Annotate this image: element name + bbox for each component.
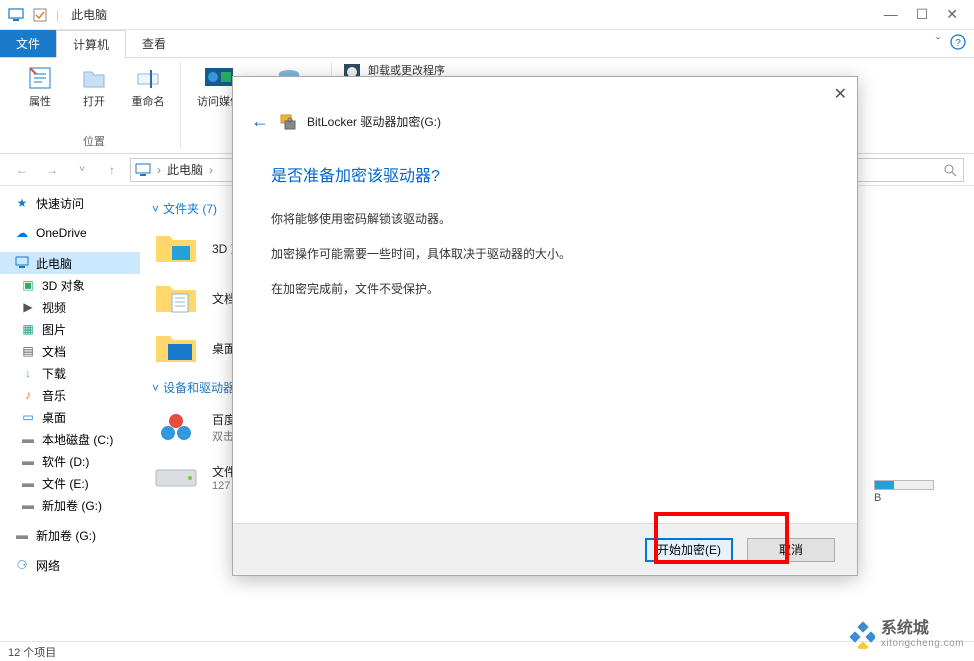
nav-pane: ★快速访问 ☁OneDrive 此电脑 ▣3D 对象 ▶视频 ▦图片 ▤文档 ↓…: [0, 186, 140, 641]
sidebar-item-network[interactable]: ⚆网络: [0, 554, 140, 576]
picture-icon: ▦: [20, 321, 36, 337]
folder-icon: [152, 278, 200, 318]
app-icon: [152, 407, 200, 447]
download-icon: ↓: [20, 365, 36, 381]
window-title: 此电脑: [71, 6, 107, 23]
sidebar-item-localc[interactable]: ▬本地磁盘 (C:): [0, 428, 140, 450]
nav-recent-icon[interactable]: ˅: [70, 158, 94, 182]
dialog-title: BitLocker 驱动器加密(G:): [307, 113, 441, 130]
window-titlebar: | 此电脑 — ☐ ✕: [0, 0, 974, 30]
quick-access-toolbar: |: [8, 7, 59, 23]
disk-size-label: B: [874, 492, 881, 504]
folder-icon: [152, 328, 200, 368]
sidebar-item-3dobjects[interactable]: ▣3D 对象: [0, 274, 140, 296]
drive-icon: ▬: [14, 527, 30, 543]
dialog-question: 是否准备加密该驱动器?: [271, 162, 819, 186]
sidebar-item-desktop[interactable]: ▭桌面: [0, 406, 140, 428]
qat-divider: |: [56, 8, 59, 22]
rename-button[interactable]: 重命名: [126, 62, 170, 109]
cloud-icon: ☁: [14, 225, 30, 241]
cube-icon: ▣: [20, 277, 36, 293]
close-button[interactable]: ✕: [946, 6, 958, 23]
tab-file[interactable]: 文件: [0, 30, 56, 57]
computer-icon: [8, 7, 24, 23]
video-icon: ▶: [20, 299, 36, 315]
dialog-body: 是否准备加密该驱动器? 你将能够使用密码解锁该驱动器。 加密操作可能需要一些时间…: [233, 142, 857, 335]
star-icon: ★: [14, 195, 30, 211]
sidebar-item-videos[interactable]: ▶视频: [0, 296, 140, 318]
computer-icon: [14, 255, 30, 271]
drive-icon: ▬: [20, 497, 36, 513]
breadcrumb-item[interactable]: 此电脑: [167, 161, 203, 178]
computer-icon: [135, 162, 151, 178]
nav-up-icon[interactable]: ↑: [100, 158, 124, 182]
cancel-button[interactable]: 取消: [747, 538, 835, 562]
sidebar-item-music[interactable]: ♪音乐: [0, 384, 140, 406]
tab-computer[interactable]: 计算机: [56, 30, 126, 58]
sidebar-item-thispc[interactable]: 此电脑: [0, 252, 140, 274]
svg-text:?: ?: [955, 38, 961, 49]
tab-view[interactable]: 查看: [126, 30, 182, 57]
maximize-button[interactable]: ☐: [916, 6, 929, 23]
start-encrypt-button[interactable]: 开始加密(E): [645, 538, 733, 562]
sidebar-item-documents[interactable]: ▤文档: [0, 340, 140, 362]
back-arrow-icon[interactable]: ←: [251, 111, 269, 132]
checkbox-icon[interactable]: [32, 7, 48, 23]
drive-icon: [152, 457, 200, 497]
close-icon[interactable]: ✕: [834, 84, 847, 104]
folder-icon: [152, 228, 200, 268]
minimize-button[interactable]: —: [884, 6, 898, 23]
watermark-title: 系统城: [881, 620, 964, 638]
desktop-icon: ▭: [20, 409, 36, 425]
sidebar-item-softd[interactable]: ▬软件 (D:): [0, 450, 140, 472]
chevron-down-icon: ˅: [152, 202, 159, 216]
status-bar: 12 个项目: [0, 641, 974, 661]
window-controls: — ☐ ✕: [884, 6, 966, 23]
drive-icon: ▬: [20, 453, 36, 469]
drive-icon: ▬: [20, 431, 36, 447]
watermark: 系统城 xitongcheng.com: [847, 620, 964, 649]
watermark-url: xitongcheng.com: [881, 638, 964, 649]
open-button[interactable]: 打开: [72, 62, 116, 109]
disk-usage-bar: [874, 480, 934, 490]
dialog-titlebar: ✕: [233, 77, 857, 111]
bitlocker-dialog: ✕ ← BitLocker 驱动器加密(G:) 是否准备加密该驱动器? 你将能够…: [232, 76, 858, 576]
drive-icon: ▬: [20, 475, 36, 491]
sidebar-item-quick[interactable]: ★快速访问: [0, 192, 140, 214]
sidebar-item-downloads[interactable]: ↓下载: [0, 362, 140, 384]
document-icon: ▤: [20, 343, 36, 359]
dialog-text: 你将能够使用密码解锁该驱动器。: [271, 210, 819, 227]
dialog-text: 在加密完成前，文件不受保护。: [271, 280, 819, 297]
network-icon: ⚆: [14, 557, 30, 573]
drive-info-col: B: [874, 186, 964, 504]
sidebar-item-pictures[interactable]: ▦图片: [0, 318, 140, 340]
nav-forward-icon[interactable]: →: [40, 158, 64, 182]
ribbon-group-location: 属性 打开 重命名 位置: [8, 62, 181, 149]
dialog-text: 加密操作可能需要一些时间，具体取决于驱动器的大小。: [271, 245, 819, 262]
ribbon-collapse-icon[interactable]: ˇ: [936, 35, 940, 49]
search-icon: [943, 163, 957, 177]
dialog-header: ← BitLocker 驱动器加密(G:): [233, 111, 857, 142]
nav-back-icon[interactable]: ←: [10, 158, 34, 182]
music-icon: ♪: [20, 387, 36, 403]
chevron-right-icon[interactable]: ›: [157, 163, 161, 177]
ribbon-tabs: 文件 计算机 查看 ˇ ?: [0, 30, 974, 58]
lock-icon: [279, 113, 297, 131]
sidebar-item-newvolg[interactable]: ▬新加卷 (G:): [0, 494, 140, 516]
properties-button[interactable]: 属性: [18, 62, 62, 109]
sidebar-item-filese[interactable]: ▬文件 (E:): [0, 472, 140, 494]
sidebar-item-onedrive[interactable]: ☁OneDrive: [0, 222, 140, 244]
sidebar-item-newvolg2[interactable]: ▬新加卷 (G:): [0, 524, 140, 546]
chevron-right-icon[interactable]: ›: [209, 163, 213, 177]
item-count: 12 个项目: [8, 644, 56, 660]
watermark-logo-icon: [847, 621, 875, 649]
help-icon[interactable]: ?: [950, 34, 966, 50]
ribbon-group-label: 位置: [83, 133, 105, 149]
dialog-footer: 开始加密(E) 取消: [233, 523, 857, 575]
chevron-down-icon: ˅: [152, 381, 159, 395]
